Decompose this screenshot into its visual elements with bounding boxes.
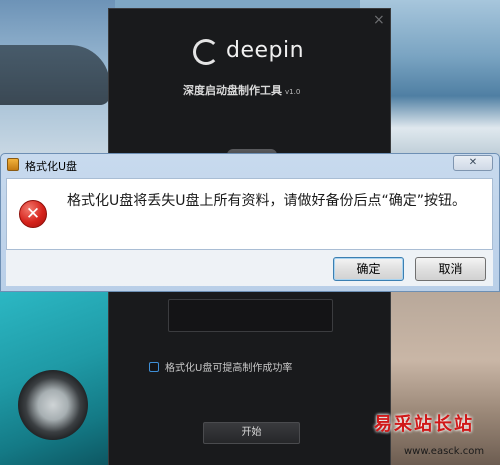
wallpaper-car-roof xyxy=(0,45,110,105)
dialog-title: 格式化U盘 xyxy=(25,160,78,173)
format-option[interactable]: 格式化U盘可提高制作成功率 xyxy=(149,359,292,374)
dialog-close-button[interactable]: ✕ xyxy=(453,155,493,171)
format-option-label: 格式化U盘可提高制作成功率 xyxy=(165,363,293,374)
usb-drive-selector[interactable] xyxy=(168,299,333,332)
close-icon[interactable]: × xyxy=(373,13,385,27)
deepin-logo-text: deepin xyxy=(226,38,305,63)
app-version: v1.0 xyxy=(285,88,301,96)
dialog-footer: 确定 取消 xyxy=(6,250,493,286)
app-title-text: 深度启动盘制作工具 xyxy=(183,84,282,97)
format-checkbox[interactable] xyxy=(149,361,159,372)
wallpaper-car-wheel xyxy=(18,370,88,440)
format-usb-dialog: 格式化U盘 ✕ ✕ 格式化U盘将丢失U盘上所有资料，请做好备份后点“确定”按钮。… xyxy=(0,153,500,292)
ok-button[interactable]: 确定 xyxy=(333,257,404,281)
dialog-content: ✕ 格式化U盘将丢失U盘上所有资料，请做好备份后点“确定”按钮。 xyxy=(6,178,493,250)
dialog-titlebar[interactable]: 格式化U盘 ✕ xyxy=(1,154,499,176)
error-icon: ✕ xyxy=(19,200,47,228)
dialog-message: 格式化U盘将丢失U盘上所有资料，请做好备份后点“确定”按钮。 xyxy=(67,193,466,209)
app-title: 深度启动盘制作工具 v1.0 xyxy=(183,82,300,98)
site-watermark-url: www.easck.com xyxy=(404,446,485,457)
deepin-logo-icon xyxy=(193,39,219,65)
site-watermark: 易采站长站 xyxy=(374,414,474,435)
start-button[interactable]: 开始 xyxy=(203,422,300,444)
cancel-button[interactable]: 取消 xyxy=(415,257,486,281)
usb-drive-icon xyxy=(7,158,19,171)
